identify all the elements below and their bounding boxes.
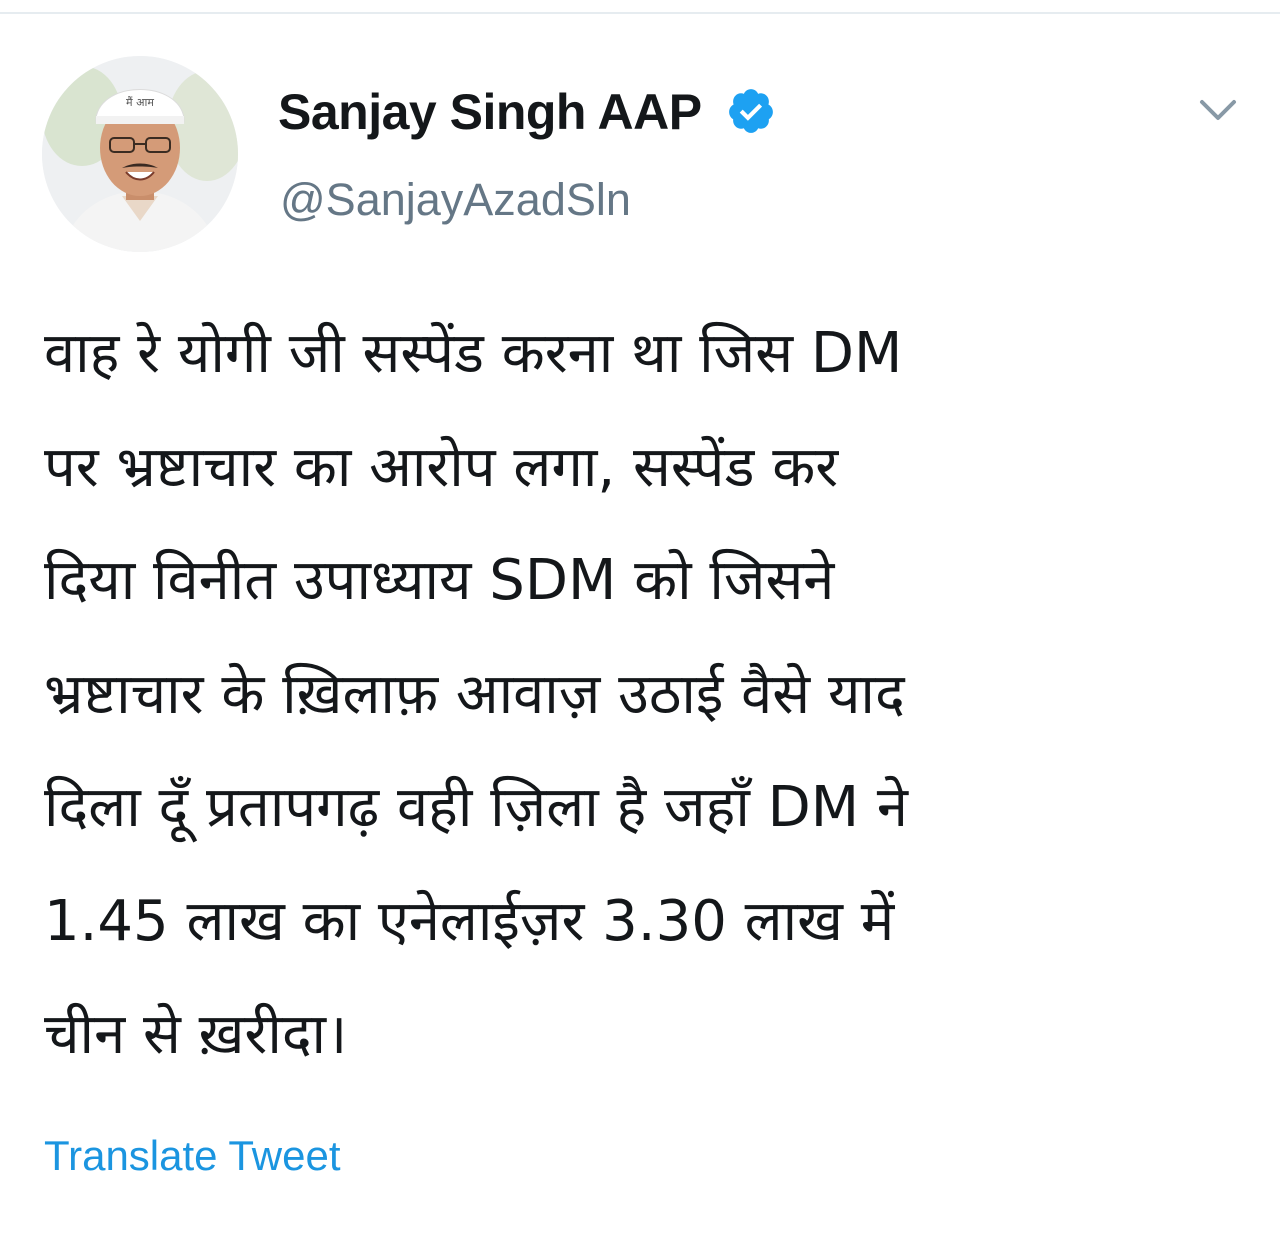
avatar-photo: मैं आम STAY HOME (42, 56, 238, 252)
tweet-text-line: दिला दूँ प्रतापगढ़ वही ज़िला है जहाँ DM … (44, 775, 908, 840)
avatar[interactable]: मैं आम STAY HOME (42, 56, 238, 252)
tweet-text-line: दिया विनीत उपाध्याय SDM को जिसने (44, 548, 835, 613)
svg-text:मैं आम: मैं आम (126, 96, 154, 109)
tweet-text-line: 1.45 लाख का एनेलाईज़र 3.30 लाख में (44, 888, 895, 954)
tweet-text-line: पर भ्रष्टाचार का आरोप लगा, सस्पेंड कर (44, 434, 839, 500)
top-divider (0, 12, 1280, 14)
translate-tweet-link[interactable]: Translate Tweet (44, 1128, 340, 1184)
tweet-text-line: चीन से ख़रीदा। (44, 1002, 348, 1067)
tweet-text-line: भ्रष्टाचार के ख़िलाफ़ आवाज़ उठाई वैसे या… (44, 661, 905, 727)
display-name[interactable]: Sanjay Singh AAP (278, 80, 702, 144)
user-handle[interactable]: @SanjayAzadSln (280, 172, 631, 228)
chevron-down-icon[interactable] (1196, 92, 1240, 128)
verified-badge-icon (729, 89, 773, 133)
tweet-text-line: वाह रे योगी जी सस्पेंड करना था जिस DM (44, 321, 903, 386)
tweet-text: वाह रे योगी जी सस्पेंड करना था जिस DM पर… (44, 297, 1244, 1092)
